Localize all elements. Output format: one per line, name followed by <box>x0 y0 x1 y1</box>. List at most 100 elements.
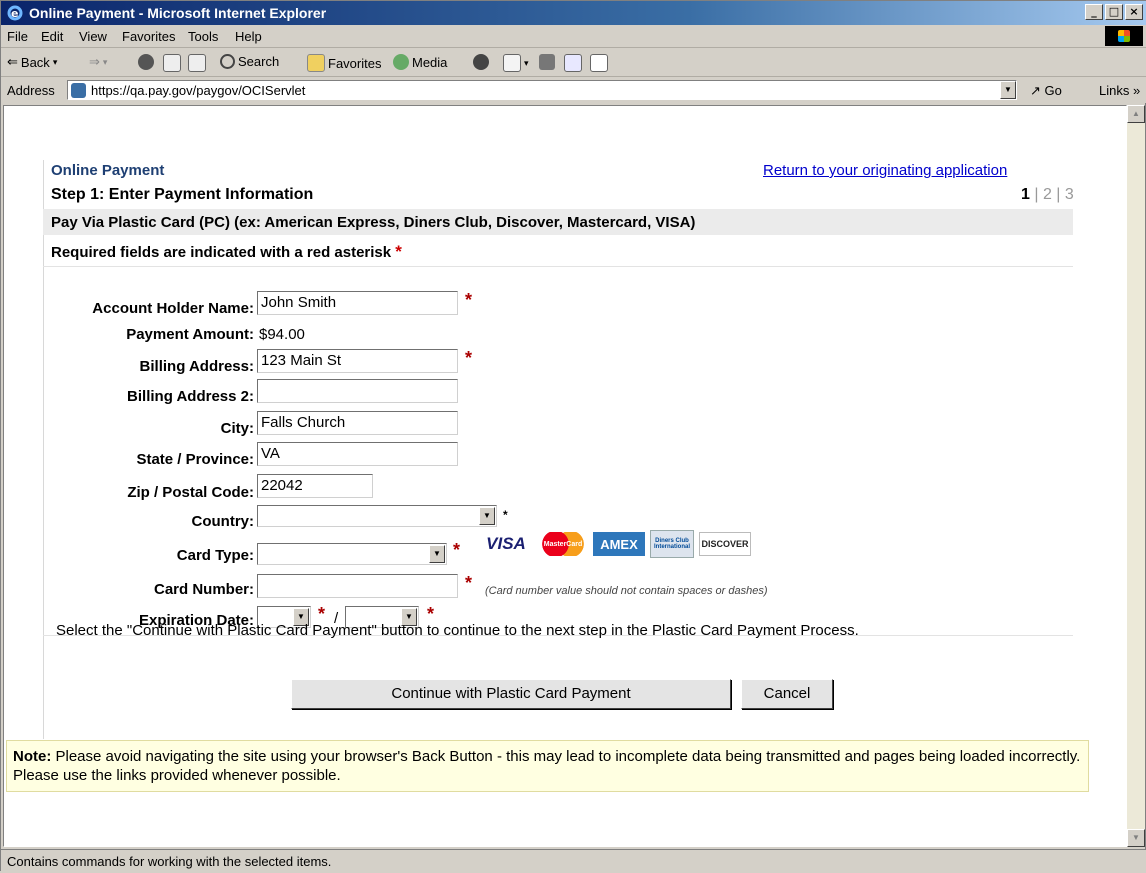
history-button[interactable] <box>473 54 489 70</box>
internet-explorer-icon: e <box>7 5 23 21</box>
vertical-scrollbar[interactable]: ▲ ▼ <box>1127 105 1145 847</box>
zip-input[interactable]: 22042 <box>257 474 373 498</box>
card-type-label: Card Type: <box>176 547 254 564</box>
go-button[interactable]: ↗ Go <box>1030 83 1062 99</box>
required-asterisk: * <box>465 348 473 368</box>
city-input[interactable]: Falls Church <box>257 411 458 435</box>
payment-amount-value: $94.00 <box>259 326 305 343</box>
mail-button[interactable]: ▾ <box>503 54 529 72</box>
links-button[interactable]: Links » <box>1099 83 1140 98</box>
required-asterisk: * <box>503 508 508 522</box>
go-label: Go <box>1044 83 1062 98</box>
forward-button[interactable]: ⇒ ▾ <box>89 54 107 70</box>
favorites-button[interactable]: Favorites <box>307 54 381 72</box>
favorites-icon <box>307 54 325 72</box>
discover-logo: DISCOVER <box>699 532 751 556</box>
discuss-button[interactable] <box>590 54 608 72</box>
page-icon <box>71 83 86 98</box>
menu-help[interactable]: Help <box>235 29 262 44</box>
media-label: Media <box>412 54 448 70</box>
go-arrow-icon: ↗ <box>1030 83 1041 98</box>
browser-window: e Online Payment - Microsoft Internet Ex… <box>0 0 1146 873</box>
billing-address2-input[interactable] <box>257 379 458 403</box>
search-icon <box>220 54 235 69</box>
address-url: https://qa.pay.gov/paygov/OCIServlet <box>91 83 306 98</box>
visa-logo: VISA <box>486 534 526 553</box>
chevron-down-icon[interactable]: ▼ <box>429 545 445 563</box>
scroll-down-icon[interactable]: ▼ <box>1127 829 1145 847</box>
card-number-label: Card Number: <box>153 581 254 598</box>
svg-text:e: e <box>11 7 18 20</box>
media-button[interactable]: Media <box>393 54 447 70</box>
step-indicator: 1 | 2 | 3 <box>1021 186 1074 203</box>
return-link[interactable]: Return to your originating application <box>763 162 1007 179</box>
refresh-button[interactable] <box>163 54 181 72</box>
close-button[interactable]: × <box>1125 4 1143 20</box>
required-asterisk: * <box>395 242 402 261</box>
scroll-up-icon[interactable]: ▲ <box>1127 105 1145 123</box>
card-number-input[interactable] <box>257 574 458 598</box>
card-type-select[interactable]: ▼ <box>257 543 447 565</box>
divider <box>43 266 1073 267</box>
state-input[interactable]: VA <box>257 442 458 466</box>
required-asterisk: * <box>465 573 473 593</box>
mail-icon <box>503 54 521 72</box>
address-bar: Address https://qa.pay.gov/paygov/OCISer… <box>1 77 1146 103</box>
diners-club-logo: Diners Club International <box>650 530 694 558</box>
instruction-text: Select the "Continue with Plastic Card P… <box>56 622 859 639</box>
card-logos: VISA MasterCard AMEX Diners Club Interna… <box>479 530 751 558</box>
required-note: Required fields are indicated with a red… <box>51 242 402 262</box>
step-1: 1 <box>1021 186 1030 203</box>
payment-amount-label: Payment Amount: <box>126 326 254 343</box>
menu-view[interactable]: View <box>79 29 107 44</box>
windows-logo-icon <box>1105 26 1143 46</box>
toolbar: ⇐ Back ▾ ⇒ ▾ Search Favorites Media ▾ <box>1 48 1146 77</box>
status-bar: Contains commands for working with the s… <box>1 849 1146 873</box>
print-icon <box>539 54 555 70</box>
history-icon <box>473 54 489 70</box>
billing-address-input[interactable]: 123 Main St <box>257 349 458 373</box>
step-3: 3 <box>1064 186 1074 203</box>
zip-label: Zip / Postal Code: <box>127 484 254 501</box>
cancel-button[interactable]: Cancel <box>741 679 833 709</box>
country-select[interactable]: ▼ <box>257 505 497 527</box>
state-label: State / Province: <box>136 451 254 468</box>
home-icon <box>188 54 206 72</box>
print-button[interactable] <box>539 54 555 70</box>
note-text: Please avoid navigating the site using y… <box>13 748 1081 784</box>
chevron-down-icon: ▾ <box>102 56 108 67</box>
refresh-icon <box>163 54 181 72</box>
edit-button[interactable] <box>564 54 582 72</box>
maximize-button[interactable]: □ <box>1105 4 1123 20</box>
menu-edit[interactable]: Edit <box>41 29 63 44</box>
stop-button[interactable] <box>138 54 154 70</box>
menu-file[interactable]: File <box>7 29 28 44</box>
back-arrow-icon: ⇐ <box>7 54 18 69</box>
note-label: Note: <box>13 748 52 765</box>
menu-tools[interactable]: Tools <box>188 29 218 44</box>
status-text: Contains commands for working with the s… <box>7 854 332 869</box>
chevron-down-icon: ▾ <box>52 56 58 67</box>
account-holder-input[interactable]: John Smith <box>257 291 458 315</box>
home-button[interactable] <box>188 54 206 72</box>
back-button[interactable]: ⇐ Back ▾ <box>7 54 57 70</box>
chevron-down-icon[interactable]: ▼ <box>479 507 495 525</box>
continue-button[interactable]: Continue with Plastic Card Payment <box>291 679 731 709</box>
step-heading: Step 1: Enter Payment Information <box>51 186 314 203</box>
media-icon <box>393 54 409 70</box>
chevron-down-icon: ▾ <box>524 57 529 68</box>
favorites-label: Favorites <box>328 55 382 71</box>
back-label: Back <box>20 54 50 70</box>
search-button[interactable]: Search <box>220 54 279 69</box>
discuss-icon <box>590 54 608 72</box>
note-box: Note: Please avoid navigating the site u… <box>6 740 1089 792</box>
address-dropdown-button[interactable]: ▼ <box>1000 81 1016 99</box>
address-input[interactable]: https://qa.pay.gov/paygov/OCIServlet ▼ <box>67 80 1017 100</box>
address-label: Address <box>7 83 55 98</box>
window-title: Online Payment - Microsoft Internet Expl… <box>29 5 327 21</box>
links-label: Links <box>1099 83 1130 98</box>
menu-favorites[interactable]: Favorites <box>122 29 175 44</box>
minimize-button[interactable]: _ <box>1085 4 1103 20</box>
pay-via-banner: Pay Via Plastic Card (PC) (ex: American … <box>43 209 1073 235</box>
city-label: City: <box>220 420 254 437</box>
